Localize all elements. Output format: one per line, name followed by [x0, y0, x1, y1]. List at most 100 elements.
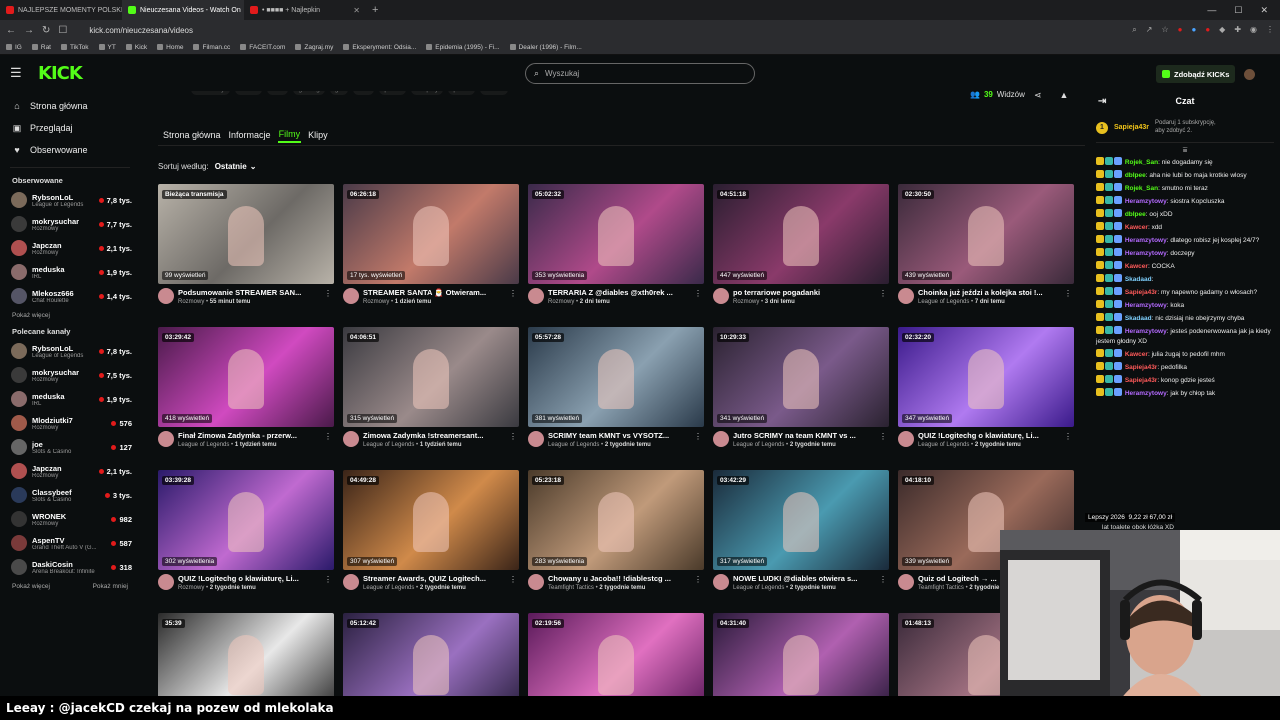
more-options-icon[interactable]: ⋮ [324, 432, 332, 441]
star-icon[interactable]: ☆ [1161, 25, 1168, 35]
bookmark-item[interactable]: Filman.cc [193, 44, 230, 51]
video-card[interactable]: 04:06:51 315 wyświetleń Zimowa Zadymka !st… [343, 327, 519, 460]
more-options-icon[interactable]: ⋮ [879, 575, 887, 584]
show-more-link[interactable]: Pokaż więcej [12, 312, 50, 319]
video-category[interactable]: Rozmowy [363, 299, 389, 305]
video-card[interactable]: 03:29:42 418 wyświetleń Finał Zimowa Zadym… [158, 327, 334, 460]
video-thumbnail[interactable]: 04:06:51 315 wyświetleń [343, 327, 519, 427]
profile-icon[interactable]: ◉ [1250, 25, 1257, 35]
chat-username[interactable]: Kawcer [1125, 351, 1148, 358]
more-options-icon[interactable]: ⋮ [694, 432, 702, 441]
chat-username[interactable]: Heramzytowy [1125, 390, 1167, 397]
video-thumbnail[interactable]: 35:39 [158, 613, 334, 696]
video-title[interactable]: QUIZ !Logitechg o klawiaturę, Li... [178, 574, 318, 583]
sidebar-channel[interactable]: Japczan Rozmowy 2,1 tys. [0, 459, 140, 483]
close-tab-icon[interactable]: ✕ [353, 6, 360, 15]
video-title[interactable]: Zimowa Zadymka !streamersant... [363, 431, 503, 440]
video-thumbnail[interactable]: 10:29:33 341 wyświetleń [713, 327, 889, 427]
stream-tag[interactable]: feet [353, 91, 375, 95]
bookmark-item[interactable]: Epidemia (1995) - Fi... [426, 44, 500, 51]
sidebar-channel[interactable]: meduska IRL 1,9 tys. [0, 387, 140, 411]
stream-tag[interactable]: Polish [234, 91, 263, 95]
sidebar-channel[interactable]: mokrysuchar Rozmowy 7,7 tys. [0, 212, 140, 236]
video-category[interactable]: Teamfight Tactics [548, 585, 594, 591]
video-thumbnail[interactable]: 03:42:29 317 wyświetleń [713, 470, 889, 570]
hamburger-menu-icon[interactable]: ☰ [10, 65, 28, 81]
maximize-icon[interactable]: ☐ [1234, 5, 1242, 16]
video-category[interactable]: League of Legends [918, 299, 969, 305]
back-icon[interactable]: ← [6, 25, 16, 36]
stream-tag[interactable]: polski [448, 91, 475, 95]
video-title[interactable]: Podsumowanie STREAMER SAN... [178, 288, 318, 297]
chat-username[interactable]: Heramzytowy [1125, 250, 1167, 257]
stream-tag[interactable]: polish [379, 91, 407, 95]
sidebar-nav-item[interactable]: ♥ Obserwowane [0, 139, 140, 161]
share-page-icon[interactable]: ↗ [1146, 25, 1153, 35]
search-box[interactable]: ⌕ [525, 63, 755, 84]
chat-username[interactable]: Skadaad [1125, 276, 1152, 283]
chat-username[interactable]: Sapieja43r [1125, 377, 1158, 384]
more-options-icon[interactable]: ⋮ [879, 289, 887, 298]
video-category[interactable]: League of Legends [733, 442, 784, 448]
show-more-link[interactable]: Pokaż więcej [12, 583, 50, 590]
stream-tag[interactable]: cobbo [479, 91, 508, 95]
video-card[interactable]: 35:39 [158, 613, 334, 696]
more-options-icon[interactable]: ⋮ [509, 289, 517, 298]
chat-username[interactable]: Rojek_San [1125, 185, 1158, 192]
video-category[interactable]: League of Legends [363, 585, 414, 591]
video-category[interactable]: League of Legends [548, 442, 599, 448]
chat-username[interactable]: Kawcer [1125, 224, 1148, 231]
video-card[interactable]: 02:32:20 347 wyświetleń QUIZ !Logitechg o … [898, 327, 1074, 460]
video-title[interactable]: Streamer Awards, QUIZ Logitech... [363, 574, 503, 583]
video-category[interactable]: Teamfight Tactics [918, 585, 964, 591]
bookmark-page-icon[interactable]: ☐ [58, 25, 67, 36]
more-options-icon[interactable]: ⋮ [509, 575, 517, 584]
chat-username[interactable]: Heramzytowy [1125, 328, 1167, 335]
chat-username[interactable]: Heramzytowy [1125, 198, 1167, 205]
url-field[interactable]: kick.com/nieuczesana/videos [89, 26, 193, 35]
menu-icon[interactable]: ⋮ [1266, 25, 1274, 35]
bookmark-item[interactable]: TikTok [61, 44, 89, 51]
video-thumbnail[interactable]: 03:29:42 418 wyświetleń [158, 327, 334, 427]
bookmark-item[interactable]: YT [98, 44, 116, 51]
more-options-icon[interactable]: ⋮ [509, 432, 517, 441]
video-title[interactable]: Jutro SCRIMY na team KMNT vs ... [733, 431, 873, 440]
tab-1[interactable]: Informacje [228, 128, 272, 142]
more-options-icon[interactable]: ⋮ [1064, 289, 1072, 298]
bookmark-item[interactable]: Zagraj.my [295, 44, 333, 51]
video-card[interactable]: 05:57:28 381 wyświetleń SCRIMY team KMNT v… [528, 327, 704, 460]
new-tab-icon[interactable]: + [366, 4, 384, 16]
search-input[interactable] [545, 69, 736, 78]
extension-icon[interactable]: ◆ [1219, 25, 1225, 35]
bookmark-item[interactable]: Rat [31, 44, 51, 51]
video-category[interactable]: Rozmowy [178, 585, 204, 591]
chat-username[interactable]: dbIpee [1125, 172, 1146, 179]
bookmark-item[interactable]: FACEIT.com [240, 44, 285, 51]
collapse-chat-icon[interactable]: ⇥ [1098, 96, 1106, 107]
video-title[interactable]: po terrariowe pogadanki [733, 288, 873, 297]
report-icon[interactable]: ▲ [1060, 91, 1069, 101]
video-category[interactable]: League of Legends [178, 442, 229, 448]
video-card[interactable]: 05:02:32 353 wyświetlenia TERRARIA Z @diab… [528, 184, 704, 317]
puzzle-icon[interactable]: ✚ [1234, 25, 1241, 35]
video-card[interactable]: Bieżąca transmisja 99 wyświetleń Podsumowa… [158, 184, 334, 317]
close-window-icon[interactable]: ✕ [1260, 5, 1268, 16]
stream-tag[interactable]: girl [329, 91, 349, 95]
share-icon[interactable]: ⋖ [1034, 91, 1042, 101]
video-category[interactable]: League of Legends [733, 585, 784, 591]
sidebar-channel[interactable]: DaskiCosin Arena Breakout: Infinite 318 [0, 555, 140, 579]
sidebar-channel[interactable]: Mlodziutki7 Rozmowy 576 [0, 411, 140, 435]
video-title[interactable]: NOWE LUDKI @diables otwiera s... [733, 574, 873, 583]
video-card[interactable]: 02:30:50 439 wyświetleń Choinka już jeździ… [898, 184, 1074, 317]
video-card[interactable]: 10:29:33 341 wyświetleń Jutro SCRIMY na te… [713, 327, 889, 460]
video-card[interactable]: 05:12:42 [343, 613, 519, 696]
sort-dropdown[interactable]: Ostatnie ⌄ [215, 162, 257, 171]
video-thumbnail[interactable]: 05:12:42 [343, 613, 519, 696]
video-thumbnail[interactable]: Bieżąca transmisja 99 wyświetleń [158, 184, 334, 284]
sidebar-channel[interactable]: AspenTV Grand Theft Auto V (G... 587 [0, 531, 140, 555]
video-category[interactable]: Rozmowy [178, 299, 204, 305]
chat-username[interactable]: dbIpee [1125, 211, 1146, 218]
bookmark-item[interactable]: Eksperyment: Odsia... [343, 44, 416, 51]
bookmark-item[interactable]: Kick [125, 44, 147, 51]
sidebar-channel[interactable]: WRONEK Rozmowy 982 [0, 507, 140, 531]
